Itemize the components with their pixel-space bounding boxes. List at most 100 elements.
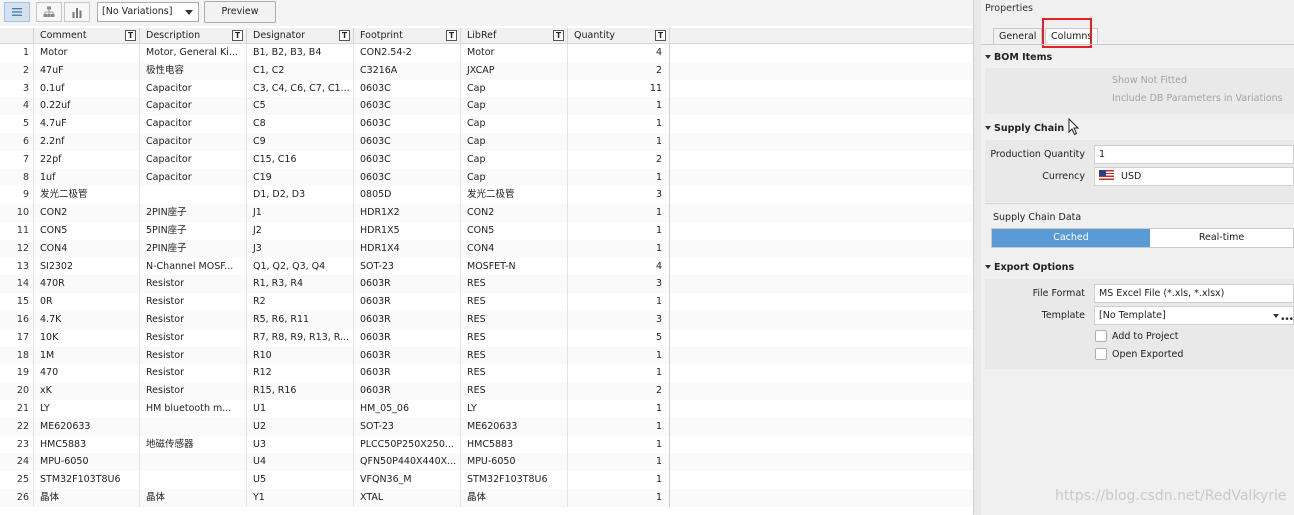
table-row[interactable]: 8 1uf Capacitor C19 0603C Cap 1 (0, 168, 975, 187)
cell-quantity: 1 (568, 239, 670, 258)
row-number: 19 (0, 364, 34, 383)
supply-chain-data-label: Supply Chain Data (993, 212, 1082, 223)
table-row[interactable]: 4 0.22uf Capacitor C5 0603C Cap 1 (0, 97, 975, 116)
cell-libref: Cap (461, 168, 568, 187)
open-exported-checkbox[interactable] (1095, 348, 1107, 360)
open-exported-label: Open Exported (1112, 349, 1184, 360)
cell-quantity: 3 (568, 310, 670, 329)
collapse-icon (985, 55, 991, 59)
add-to-project-checkbox[interactable] (1095, 330, 1107, 342)
table-row[interactable]: 6 2.2nf Capacitor C9 0603C Cap 1 (0, 132, 975, 151)
cell-quantity: 3 (568, 186, 670, 205)
cell-libref: RES (461, 328, 568, 347)
table-row[interactable]: 13 SI2302 N-Channel MOSF... Q1, Q2, Q3, Q4 S… (0, 257, 975, 276)
cell-footprint: 0603C (354, 168, 461, 187)
cell-description: 晶体 (140, 488, 247, 507)
table-row[interactable]: 9 发光二极管 D1, D2, D3 0805D 发光二极管 3 (0, 186, 975, 205)
cell-comment: SI2302 (34, 257, 140, 276)
more-options-icon[interactable]: ••• (1280, 312, 1294, 329)
cell-description (140, 471, 247, 489)
cell-quantity: 11 (568, 79, 670, 98)
cell-designator: B1, B2, B3, B4 (247, 44, 354, 62)
currency-select[interactable]: USD (1094, 167, 1294, 186)
column-header-footprint[interactable]: Footprint T (354, 28, 461, 43)
template-select[interactable]: [No Template] ••• (1094, 306, 1294, 325)
table-row[interactable]: 19 470 Resistor R12 0603R RES 1 (0, 364, 975, 383)
cell-quantity: 2 (568, 150, 670, 169)
table-row[interactable]: 5 4.7uF Capacitor C8 0603C Cap 1 (0, 115, 975, 133)
cell-description: HM bluetooth m... (140, 399, 247, 418)
variation-select-value: [No Variations] (102, 6, 173, 17)
table-row[interactable]: 11 CON5 5PIN座子 J2 HDR1X5 CON5 1 (0, 221, 975, 240)
file-format-label: File Format (1032, 288, 1085, 299)
cell-description: Resistor (140, 310, 247, 329)
table-row[interactable]: 2 47uF 极性电容 C1, C2 C3216A JXCAP 2 (0, 61, 975, 80)
cell-footprint: CON2.54-2 (354, 44, 461, 62)
hierarchy-icon (43, 6, 55, 17)
filter-icon[interactable]: T (655, 30, 666, 41)
table-row[interactable]: 7 22pf Capacitor C15, C16 0603C Cap 2 (0, 150, 975, 169)
cell-description: 5PIN座子 (140, 221, 247, 240)
cell-footprint: 0603R (354, 328, 461, 347)
section-bom-items[interactable]: BOM Items (985, 52, 1052, 63)
table-row[interactable]: 15 0R Resistor R2 0603R RES 1 (0, 293, 975, 311)
section-export-options[interactable]: Export Options (985, 262, 1074, 273)
row-number: 17 (0, 328, 34, 347)
supply-chain-divider (985, 203, 1294, 204)
section-supply-chain[interactable]: Supply Chain (985, 123, 1064, 134)
chevron-down-icon (185, 10, 193, 15)
flat-view-button[interactable] (4, 2, 30, 22)
tab-general[interactable]: General (993, 28, 1043, 44)
cell-quantity: 4 (568, 44, 670, 62)
production-quantity-input[interactable]: 1 (1094, 145, 1294, 164)
realtime-option[interactable]: Real-time (1150, 229, 1293, 247)
table-row[interactable]: 14 470R Resistor R1, R3, R4 0603R RES 3 (0, 275, 975, 294)
table-row[interactable]: 17 10K Resistor R7, R8, R9, R13, R... 0603R R… (0, 328, 975, 347)
table-row[interactable]: 20 xK Resistor R15, R16 0603R RES 2 (0, 382, 975, 400)
cell-description: Capacitor (140, 168, 247, 187)
table-row[interactable]: 23 HMC5883 地磁传感器 U3 PLCC50P250X250... HMC5883… (0, 435, 975, 454)
table-row[interactable]: 10 CON2 2PIN座子 J1 HDR1X2 CON2 1 (0, 204, 975, 222)
currency-label: Currency (1042, 171, 1085, 182)
row-number: 14 (0, 275, 34, 294)
table-row[interactable]: 26 晶体 晶体 Y1 XTAL 晶体 1 (0, 488, 975, 507)
cell-designator: C5 (247, 97, 354, 116)
column-header-libref[interactable]: LibRef T (461, 28, 568, 43)
base-view-button[interactable] (36, 2, 62, 22)
chart-view-button[interactable] (64, 2, 90, 22)
table-row[interactable]: 3 0.1uf Capacitor C3, C4, C6, C7, C1... 0603… (0, 79, 975, 98)
preview-button[interactable]: Preview (204, 1, 276, 23)
table-row[interactable]: 16 4.7K Resistor R5, R6, R11 0603R RES 3 (0, 310, 975, 329)
filter-icon[interactable]: T (339, 30, 350, 41)
variation-select[interactable]: [No Variations] (97, 2, 199, 22)
column-header-quantity[interactable]: Quantity T (568, 28, 670, 43)
cell-quantity: 1 (568, 221, 670, 240)
cell-quantity: 1 (568, 399, 670, 418)
filter-icon[interactable]: T (125, 30, 136, 41)
row-number: 15 (0, 293, 34, 311)
table-row[interactable]: 1 Motor Motor, General Ki... B1, B2, B3, B4… (0, 44, 975, 62)
column-header-designator[interactable]: Designator T (247, 28, 354, 43)
panel-splitter[interactable] (973, 0, 981, 515)
cell-libref: STM32F103T8U6 (461, 471, 568, 489)
cached-option[interactable]: Cached (992, 229, 1150, 247)
filter-icon[interactable]: T (232, 30, 243, 41)
table-row[interactable]: 24 MPU-6050 U4 QFN50P440X440X... MPU-6050 1 (0, 453, 975, 472)
filter-icon[interactable]: T (553, 30, 564, 41)
column-header-comment[interactable]: Comment T (34, 28, 140, 43)
table-row[interactable]: 12 CON4 2PIN座子 J3 HDR1X4 CON4 1 (0, 239, 975, 258)
column-header-description[interactable]: Description T (140, 28, 247, 43)
table-row[interactable]: 22 ME620633 U2 SOT-23 ME620633 1 (0, 417, 975, 436)
cell-designator: R10 (247, 346, 354, 365)
cell-libref: CON4 (461, 239, 568, 258)
cell-designator: R12 (247, 364, 354, 383)
table-row[interactable]: 18 1M Resistor R10 0603R RES 1 (0, 346, 975, 365)
cell-comment: 22pf (34, 150, 140, 169)
file-format-select[interactable]: MS Excel File (*.xls, *.xlsx) (1094, 284, 1294, 303)
cell-libref: MOSFET-N (461, 257, 568, 276)
chevron-down-icon (1273, 314, 1279, 318)
cell-libref: Cap (461, 132, 568, 151)
table-row[interactable]: 21 LY HM bluetooth m... U1 HM_05_06 LY 1 (0, 399, 975, 418)
table-row[interactable]: 25 STM32F103T8U6 U5 VFQN36_M STM32F103T8U6 1 (0, 471, 975, 489)
filter-icon[interactable]: T (446, 30, 457, 41)
